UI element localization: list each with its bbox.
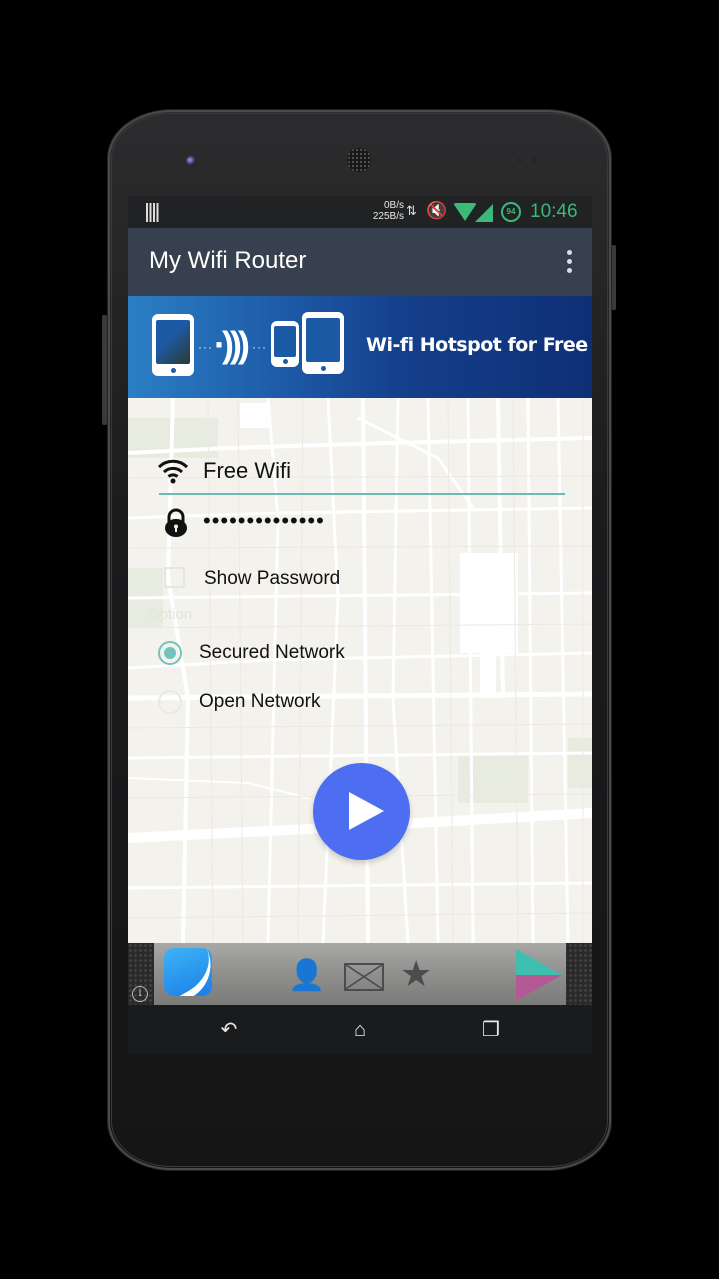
ssid-field[interactable]: Free Wifi xyxy=(158,458,565,488)
overflow-menu-icon[interactable] xyxy=(564,250,574,276)
secured-network-label[interactable]: Secured Network xyxy=(199,642,345,664)
cell-signal-icon xyxy=(475,204,493,222)
light-sensor xyxy=(531,157,537,163)
phone-device-icon xyxy=(271,321,299,367)
open-network-radio[interactable] xyxy=(158,690,182,714)
barcode-notification-icon xyxy=(146,203,160,222)
star-icon: ★ xyxy=(400,953,433,994)
volume-button[interactable] xyxy=(102,315,107,425)
ad-app-icon xyxy=(164,948,212,996)
upload-speed: 0B/s xyxy=(383,200,404,211)
device-screen: 0B/s 225B/s ⇅ 🔇 94 10:46 My Wifi Router … xyxy=(128,196,592,1054)
banner-text: Wi-fi Hotspot for Free xyxy=(366,334,588,356)
recents-icon[interactable]: ❐ xyxy=(476,1015,506,1045)
home-icon[interactable]: ⌂ xyxy=(345,1015,375,1045)
proximity-sensor xyxy=(517,157,523,163)
ssid-underline xyxy=(159,493,565,495)
volume-mute-icon: 🔇 xyxy=(426,201,448,220)
ssid-input[interactable]: Free Wifi xyxy=(203,458,291,484)
earpiece-speaker xyxy=(347,148,371,172)
promo-banner[interactable]: ··· ·))) ··· Wi-fi Hotspot for Free xyxy=(128,296,592,398)
battery-icon: 94 xyxy=(501,202,521,222)
ad-content[interactable]: 👤 ★ xyxy=(154,943,566,1005)
network-speed: 0B/s 225B/s xyxy=(362,200,404,222)
system-nav-bar: ↶ ⌂ ❐ xyxy=(128,1005,592,1054)
password-field[interactable]: •••••••••••••• xyxy=(158,508,565,538)
download-speed: 225B/s xyxy=(372,211,404,222)
tablet-download-icon xyxy=(302,312,344,374)
status-bar: 0B/s 225B/s ⇅ 🔇 94 10:46 xyxy=(128,196,592,228)
lock-icon xyxy=(165,508,187,537)
front-camera xyxy=(186,156,196,166)
wifi-icon xyxy=(158,459,188,484)
password-input[interactable]: •••••••••••••• xyxy=(203,508,325,534)
option-label: Option xyxy=(148,606,193,623)
power-button[interactable] xyxy=(611,245,616,310)
mail-icon xyxy=(344,963,384,991)
wifi-waves-icon: ·))) xyxy=(214,324,250,365)
secured-network-radio[interactable] xyxy=(158,641,182,665)
show-password-checkbox[interactable] xyxy=(164,567,185,588)
app-bar: My Wifi Router xyxy=(128,228,592,296)
start-hotspot-button[interactable] xyxy=(313,763,410,860)
clock: 10:46 xyxy=(530,201,578,222)
ad-info-icon[interactable]: i xyxy=(132,986,148,1002)
data-transfer-icon: ⇅ xyxy=(406,203,417,218)
show-password-label[interactable]: Show Password xyxy=(204,568,340,590)
connection-dots: ··· xyxy=(252,340,267,354)
wifi-signal-icon xyxy=(453,203,477,221)
ad-banner: i 👤 ★ xyxy=(128,943,592,1005)
google-play-icon xyxy=(516,949,562,1001)
person-icon: 👤 xyxy=(288,959,326,992)
tablet-router-icon xyxy=(152,314,194,376)
open-network-label[interactable]: Open Network xyxy=(199,691,320,713)
app-title: My Wifi Router xyxy=(149,247,307,274)
back-icon[interactable]: ↶ xyxy=(214,1015,244,1045)
connection-dots: ··· xyxy=(198,340,213,354)
